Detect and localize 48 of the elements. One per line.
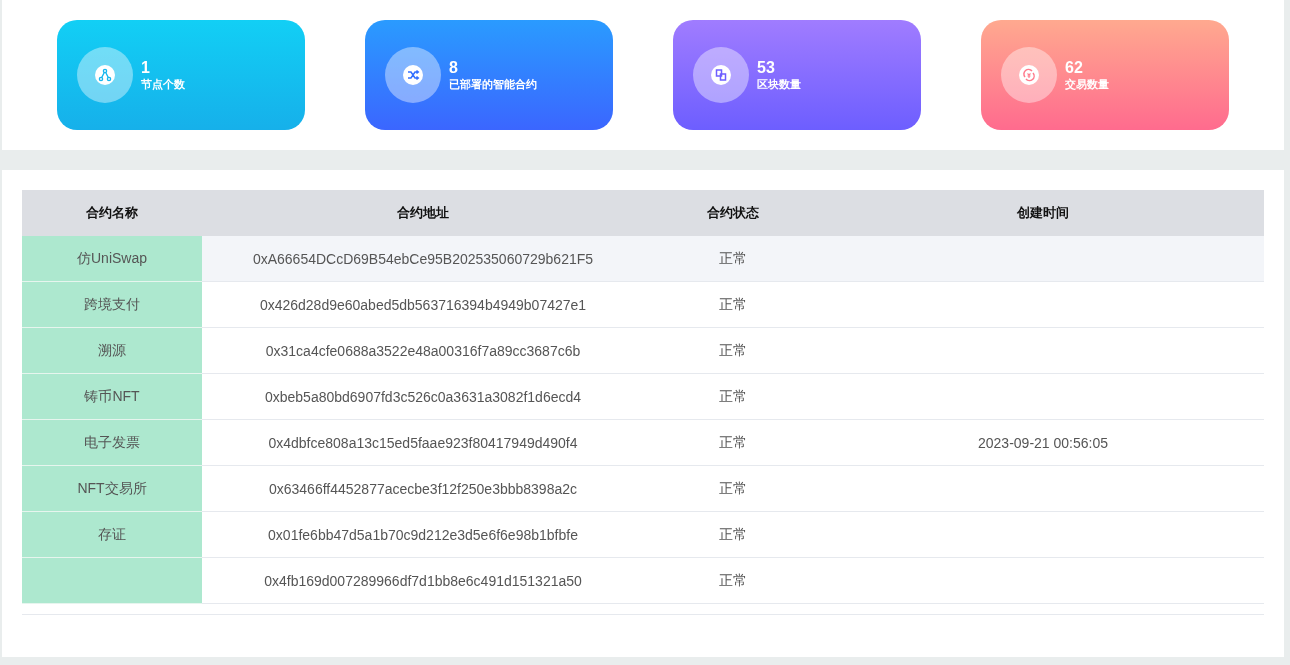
table-row[interactable]: 电子发票 0x4dbfce808a13c15ed5faae923f80417949d490f4 正常 2023-09-21 00:56:05 — [22, 419, 1264, 466]
shuffle-icon — [403, 65, 423, 85]
table-cell: 正常 — [644, 419, 822, 466]
table-row[interactable]: 0x4fb169d007289966df7d1bb8e6c491d151321a50 正常 — [22, 557, 1264, 604]
table-cell: 0x31ca4cfe0688a3522e48a00316f7a89cc3687c6b — [202, 327, 644, 374]
table-cell: 0x4dbfce808a13c15ed5faae923f80417949d490f4 — [202, 419, 644, 466]
column-header: 创建时间 — [822, 190, 1264, 236]
table-cell: 2023-09-21 00:56:05 — [822, 419, 1264, 466]
coin-cycle-icon — [1019, 65, 1039, 85]
table-row[interactable]: NFT交易所 0x63466ff4452877acecbe3f12f250e3bbb8398a2c 正常 — [22, 465, 1264, 512]
table-cell: 正常 — [644, 327, 822, 374]
stat-value: 53 — [757, 59, 776, 77]
node-graph-icon — [95, 65, 115, 85]
stat-value: 62 — [1065, 59, 1084, 77]
table-cell: 电子发票 — [22, 419, 202, 466]
stat-value: 8 — [449, 59, 459, 77]
stat-value: 1 — [141, 59, 151, 77]
table-cell: 跨境支付 — [22, 281, 202, 328]
table-cell: 存证 — [22, 511, 202, 558]
table-cell: 0x4fb169d007289966df7d1bb8e6c491d151321a50 — [202, 557, 644, 604]
table-cell: 正常 — [644, 465, 822, 512]
table-cell: 0x63466ff4452877acecbe3f12f250e3bbb8398a2c — [202, 465, 644, 512]
table-row[interactable]: 铸币NFT 0xbeb5a80bd6907fd3c526c0a3631a3082f1d6ecd4 正常 — [22, 373, 1264, 420]
table-cell: 0x426d28d9e60abed5db563716394b4949b07427e1 — [202, 281, 644, 328]
table-cell: 0xbeb5a80bd6907fd3c526c0a3631a3082f1d6ecd4 — [202, 373, 644, 420]
table-cell: 0xA66654DCcD69B54ebCe95B202535060729b621F5 — [202, 236, 644, 282]
column-header: 合约地址 — [202, 190, 644, 236]
stat-label: 节点个数 — [141, 77, 185, 91]
table-cell: 正常 — [644, 557, 822, 604]
squares-icon — [711, 65, 731, 85]
table-cell: 铸币NFT — [22, 373, 202, 420]
table-row[interactable]: 跨境支付 0x426d28d9e60abed5db563716394b4949b07427e1 正常 — [22, 281, 1264, 328]
table-cell: 正常 — [644, 236, 822, 282]
table-cell: 0x01fe6bb47d5a1b70c9d212e3d5e6f6e98b1bfbfe — [202, 511, 644, 558]
column-header: 合约状态 — [644, 190, 822, 236]
table-cell: NFT交易所 — [22, 465, 202, 512]
table-cell: 正常 — [644, 511, 822, 558]
table-cell: 正常 — [644, 373, 822, 420]
table-row[interactable]: 存证 0x01fe6bb47d5a1b70c9d212e3d5e6f6e98b1bfbfe 正常 — [22, 511, 1264, 558]
table-cell: 正常 — [644, 281, 822, 328]
stat-label: 区块数量 — [757, 77, 801, 91]
table-cell: 溯源 — [22, 327, 202, 374]
stat-label: 已部署的智能合约 — [449, 77, 537, 91]
table-cell: 仿UniSwap — [22, 236, 202, 282]
stat-label: 交易数量 — [1065, 77, 1109, 91]
table-row[interactable]: 仿UniSwap 0xA66654DCcD69B54ebCe95B202535060729b621F5 正常 — [22, 236, 1264, 282]
table-row[interactable]: 溯源 0x31ca4cfe0688a3522e48a00316f7a89cc3687c6b 正常 — [22, 327, 1264, 374]
column-header: 合约名称 — [22, 190, 202, 236]
